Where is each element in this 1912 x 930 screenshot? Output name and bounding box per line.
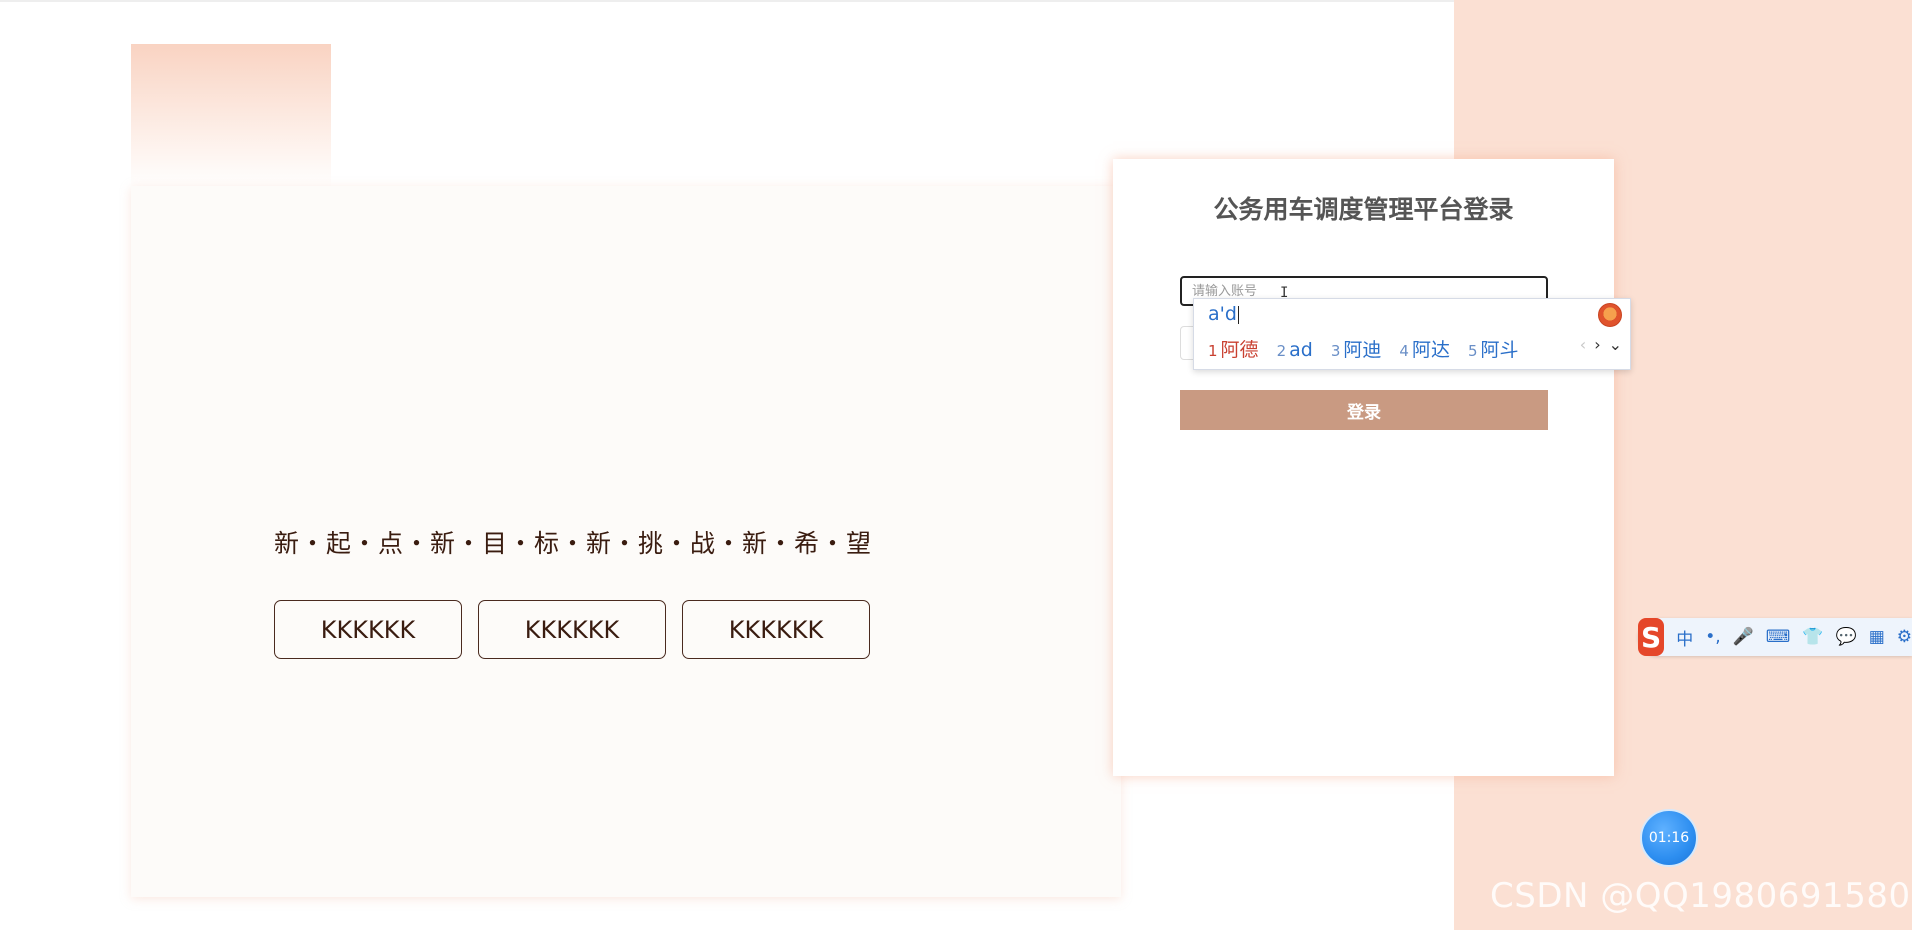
ime-candidate-number: 4 (1399, 342, 1409, 360)
login-card (1113, 159, 1614, 776)
ime-composition: a'd (1208, 303, 1239, 325)
hero-button-3[interactable]: KKKKKK (682, 600, 870, 659)
ime-candidate-3[interactable]: 3 阿迪 (1331, 335, 1382, 362)
chat-icon[interactable]: 💬 (1836, 627, 1857, 647)
ime-candidate-2[interactable]: 2 ad (1277, 339, 1313, 361)
ime-caret (1237, 305, 1239, 324)
ime-logo-icon[interactable] (1598, 303, 1622, 327)
ime-status-toolbar: S 中 •, 🎤 ⌨ 👕 💬 ▦ ⚙ (1638, 618, 1912, 656)
decorative-gradient-square (131, 44, 331, 189)
ime-candidate-list: 1 阿德 2 ad 3 阿迪 4 阿达 5 阿斗 (1208, 335, 1537, 362)
ime-candidate-number: 5 (1467, 342, 1478, 360)
ime-candidate-text: ad (1289, 339, 1313, 361)
keyboard-icon[interactable]: ⌨ (1766, 627, 1791, 647)
ime-candidate-number: 2 (1276, 342, 1287, 360)
ime-candidate-text: 阿德 (1220, 339, 1259, 361)
csdn-watermark: CSDN @QQ1980691580 (1490, 876, 1911, 916)
ime-candidate-1[interactable]: 1 阿德 (1208, 335, 1259, 362)
ime-candidate-popup: a'd 1 阿德 2 ad 3 阿迪 4 阿达 5 阿斗 ‹ › ⌄ (1193, 298, 1631, 370)
ime-candidate-4[interactable]: 4 阿达 (1399, 335, 1450, 362)
ime-page-nav: ‹ › ⌄ (1580, 335, 1622, 354)
apps-grid-icon[interactable]: ▦ (1869, 627, 1885, 647)
expand-icon[interactable]: ⌄ (1609, 335, 1622, 354)
ime-candidate-5[interactable]: 5 阿斗 (1468, 335, 1519, 362)
skin-icon[interactable]: 👕 (1802, 627, 1823, 647)
hero-button-2[interactable]: KKKKKK (478, 600, 666, 659)
ime-candidate-text: 阿达 (1411, 339, 1450, 361)
settings-icon[interactable]: ⚙ (1897, 627, 1912, 647)
hero-slogan: 新・起・点・新・目・标・新・挑・战・新・希・望 (274, 529, 873, 558)
ime-candidate-number: 1 (1208, 342, 1218, 360)
prev-page-icon[interactable]: ‹ (1580, 335, 1586, 354)
punctuation-icon[interactable]: •, (1705, 627, 1720, 647)
timer-badge[interactable]: 01:16 (1640, 809, 1698, 867)
ime-candidate-number: 3 (1330, 342, 1341, 360)
login-button[interactable]: 登录 (1180, 390, 1548, 430)
next-page-icon[interactable]: › (1594, 335, 1600, 354)
chinese-mode-icon[interactable]: 中 (1676, 625, 1693, 650)
login-title: 公务用车调度管理平台登录 (1213, 195, 1514, 224)
hero-button-1[interactable]: KKKKKK (274, 600, 462, 659)
microphone-icon[interactable]: 🎤 (1733, 627, 1754, 647)
ime-composition-text: a'd (1208, 303, 1237, 325)
sogou-logo-icon[interactable]: S (1638, 618, 1665, 656)
ime-candidate-text: 阿斗 (1480, 339, 1519, 361)
ime-candidate-text: 阿迪 (1343, 339, 1382, 361)
